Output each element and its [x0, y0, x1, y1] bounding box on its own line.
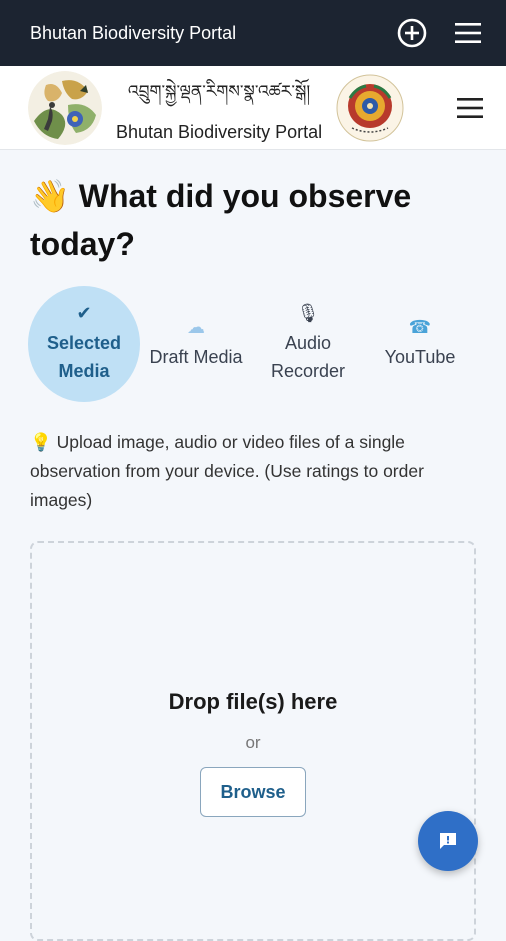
- portal-title-english: Bhutan Biodiversity Portal: [116, 122, 323, 142]
- feedback-button[interactable]: [418, 811, 478, 871]
- plus-circle-icon: [397, 18, 427, 48]
- tab-label: Audio Recorder: [270, 333, 346, 381]
- national-emblem: [336, 74, 404, 142]
- tab-label: Selected Media: [46, 333, 122, 381]
- hamburger-menu-icon: [457, 97, 483, 118]
- browse-button[interactable]: Browse: [200, 767, 306, 817]
- tab-label: YouTube: [384, 347, 456, 367]
- microphone-icon: 🎙: [296, 303, 320, 323]
- site-menu-button[interactable]: [456, 96, 484, 120]
- hamburger-menu-icon: [455, 23, 481, 43]
- portal-logo[interactable]: [28, 70, 102, 145]
- national-emblem-image: [336, 74, 404, 141]
- tab-selected-media[interactable]: ✔ Selected Media: [28, 286, 140, 402]
- app-title: Bhutan Biodiversity Portal: [30, 22, 237, 43]
- tab-label: Draft Media: [149, 347, 243, 367]
- portal-title-dzongkha: འབྲུག་སྐྱེ་ལྡན་རིགས་སྣ་འཚར་སྒོ།: [127, 82, 311, 102]
- upload-hint: 💡 Upload image, audio or video files of …: [30, 432, 424, 510]
- portal-logo-image: [28, 70, 102, 145]
- tab-draft-media[interactable]: ☁ Draft Media: [140, 286, 252, 402]
- tab-youtube[interactable]: ☎ YouTube: [364, 286, 476, 402]
- app-menu-button[interactable]: [454, 21, 482, 45]
- media-source-tabs: ✔ Selected Media ☁ Draft Media 🎙 Audio R…: [28, 286, 476, 402]
- app-bar-actions: [396, 17, 482, 49]
- add-button[interactable]: [396, 17, 428, 49]
- portal-brand[interactable]: འབྲུག་སྐྱེ་ལྡན་རིགས་སྣ་འཚར་སྒོ། Bhutan B…: [116, 72, 322, 143]
- file-dropzone[interactable]: Drop file(s) here or Browse: [30, 541, 476, 941]
- cloud-icon: ☁: [187, 317, 205, 337]
- app-bar: Bhutan Biodiversity Portal: [0, 0, 506, 66]
- checkmark-icon: ✔: [76, 303, 92, 323]
- or-label: or: [245, 733, 261, 752]
- site-header: འབྲུག་སྐྱེ་ལྡན་རིགས་སྣ་འཚར་སྒོ། Bhutan B…: [0, 66, 506, 150]
- page-title: 👋 What did you observe today?: [30, 178, 412, 262]
- tab-audio-recorder[interactable]: 🎙 Audio Recorder: [252, 286, 364, 402]
- drop-files-label: Drop file(s) here: [168, 689, 338, 714]
- telephone-icon: ☎: [408, 317, 432, 337]
- feedback-chat-icon: [440, 833, 456, 849]
